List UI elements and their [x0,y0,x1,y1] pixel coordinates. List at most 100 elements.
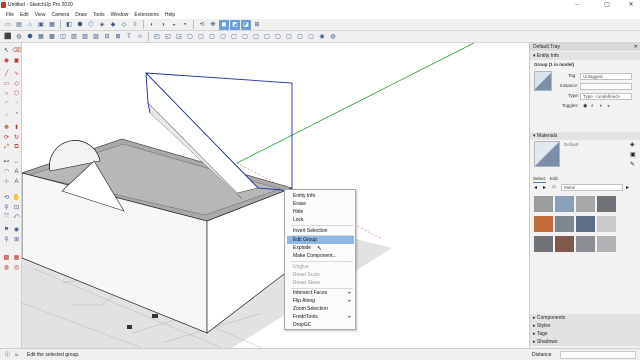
fredo-tool-5-icon[interactable]: ▢ [229,32,239,42]
material-swatch[interactable] [597,216,616,232]
context-item-make-component[interactable]: Make Component... [287,252,354,260]
minimize-button[interactable]: – [568,0,586,10]
material-swatch[interactable] [576,196,595,212]
two-point-arc-icon[interactable]: ◝ [12,99,21,108]
pan-icon[interactable]: ✥ [208,20,218,30]
shaded-textures-icon[interactable]: ◩ [230,19,240,30]
layout-icon[interactable]: ▥ [69,32,79,42]
previous-view-icon[interactable]: ◧ [64,20,74,30]
modeling-viewport[interactable] [22,43,528,348]
offset-icon[interactable]: ⧉ [12,143,21,152]
section-cuts-icon[interactable]: ◱ [163,32,173,42]
menu-view[interactable]: View [32,12,49,18]
scale-icon[interactable]: ⤢ [2,143,11,152]
eraser-icon[interactable]: ⌫ [12,46,21,55]
sandbox-contours-icon[interactable]: ▩ [2,253,11,262]
close-button[interactable]: ✕ [622,0,640,10]
menu-window[interactable]: Window [108,12,132,18]
context-item-intersect-faces[interactable]: Intersect Faces ▸ [287,289,354,297]
xray-icon[interactable]: ◐ [147,20,157,30]
menu-edit[interactable]: Edit [17,12,32,18]
component-icon[interactable]: ▣ [12,56,21,65]
fredo-tool-10-icon[interactable]: ▢ [284,32,294,42]
shadow-toggle-icon[interactable]: ◐ [591,103,594,109]
material-swatch[interactable] [534,216,553,232]
look-around-icon[interactable]: ◉ [12,225,21,234]
context-item-entity-info[interactable]: Entity Info [287,192,354,200]
fredo-tool-1-icon[interactable]: ▢ [185,32,195,42]
circle-icon[interactable]: ○ [2,89,11,98]
instance-field[interactable] [580,83,632,90]
pan-icon[interactable]: ✋ [12,193,21,202]
move-icon[interactable]: ✥ [2,123,11,132]
previous-icon[interactable]: ⤺ [12,213,21,222]
fredo-tool-6-icon[interactable]: ▢ [240,32,250,42]
iso-view-icon[interactable]: ⬢ [75,20,85,30]
menu-file[interactable]: File [3,12,17,18]
fredo-tool-8-icon[interactable]: ▢ [262,32,272,42]
axes-icon[interactable]: ⊹ [135,32,145,42]
display-secondary-icon[interactable]: ◈ [630,141,635,148]
arc-icon[interactable]: ◜ [2,99,11,108]
material-swatch[interactable] [597,236,616,252]
orbit-icon[interactable]: ⟲ [2,193,11,202]
sample-paint-icon[interactable]: ✎ [630,161,635,168]
freehand-icon[interactable]: ∿ [12,69,21,78]
tape-measure-icon[interactable]: ⊷ [2,157,11,166]
protractor-icon[interactable]: ◠ [2,167,11,176]
context-item-hide[interactable]: Hide [287,208,354,216]
home-icon[interactable]: ⌂ [552,184,556,190]
open-file-icon[interactable]: ▤ [14,20,24,30]
walk-icon[interactable]: ⚲ [2,235,11,244]
new-file-icon[interactable]: ▭ [3,20,13,30]
material-swatch[interactable] [534,236,553,252]
home-icon[interactable]: ⌂ [25,20,35,30]
3d-text-icon[interactable]: A [12,177,21,186]
menu-help[interactable]: Help [162,12,178,18]
section-plane-icon[interactable]: ⊞ [252,20,262,30]
material-swatch[interactable] [576,236,595,252]
select-icon[interactable]: ↖ [2,46,11,55]
pie-icon[interactable]: ◔ [12,109,21,118]
context-item-explode[interactable]: Explode ↖ [287,244,354,252]
fredo-tool-4-icon[interactable]: ▢ [218,32,228,42]
shaded-icon[interactable]: ◼ [219,19,229,30]
fredo-tool-12-icon[interactable]: ▢ [306,32,316,42]
three-point-arc-icon[interactable]: ◞ [2,109,11,118]
material-swatch[interactable] [576,216,595,232]
axes-icon[interactable]: ⊹ [2,177,11,186]
context-item-erase[interactable]: Erase [287,200,354,208]
tags-header[interactable]: ▸ Tags [530,330,640,338]
menu-tools[interactable]: Tools [90,12,108,18]
lock-toggle-icon[interactable]: ◉ [583,103,587,109]
section-fill-icon[interactable]: ◰ [152,32,162,42]
fredo-tool-3-icon[interactable]: ▢ [207,32,217,42]
extension-warehouse-icon[interactable]: ▦ [36,32,46,42]
fredo-tool-14-icon[interactable]: ◍ [328,32,338,42]
fredo-tool-7-icon[interactable]: ▢ [251,32,261,42]
fredo-tool-11-icon[interactable]: ▢ [295,32,305,42]
right-view-icon[interactable]: ◆ [108,20,118,30]
library-dropdown[interactable]: Metal [561,184,623,191]
styles-header[interactable]: ▸ Styles [530,322,640,330]
rectangle-icon[interactable]: ▭ [2,79,11,88]
follow-me-icon[interactable]: ↻ [12,133,21,142]
zoom-window-icon[interactable]: ⊡ [12,203,21,212]
materials-icon[interactable]: ◍ [14,32,24,42]
dynamic-component-icon[interactable]: ▧ [80,32,90,42]
warehouse-icon[interactable]: ⬢ [25,32,35,42]
menu-extensions[interactable]: Extensions [131,12,161,18]
paint-bucket-icon[interactable]: ◉ [2,56,11,65]
section-planes-icon[interactable]: ◲ [174,32,184,42]
entity-info-header[interactable]: ▾ Entity Info [530,52,640,60]
dimension-icon[interactable]: ↔ [12,157,21,166]
maximize-button[interactable]: ▢ [598,0,616,10]
left-view-icon[interactable]: ◊ [130,20,140,30]
tab-select[interactable]: Select [533,175,546,183]
materials-header[interactable]: ▾ Materials [530,132,640,140]
context-item-dropgc[interactable]: DropGC [287,321,354,329]
context-item-flip-along[interactable]: Flip Along ▸ [287,297,354,305]
monochrome-icon[interactable]: ◪ [241,19,251,30]
fredo-tool-9-icon[interactable]: ▢ [273,32,283,42]
context-item-invert-selection[interactable]: Invert Selection [287,227,354,235]
